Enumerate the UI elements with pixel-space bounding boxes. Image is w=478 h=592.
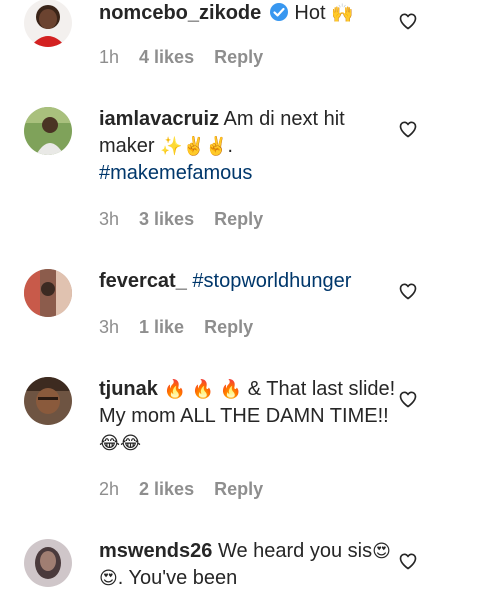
likes-count[interactable]: 1 like: [139, 317, 184, 338]
comment-body-continued: . You've been: [117, 567, 238, 589]
username[interactable]: nomcebo_zikode: [99, 2, 261, 24]
comment-meta: 3h 1 like Reply: [99, 317, 253, 338]
timestamp: 2h: [99, 479, 120, 499]
likes-count[interactable]: 4 likes: [139, 47, 194, 68]
comment-text: fevercat_ #stopworldhunger: [99, 268, 399, 295]
comment-text: nomcebo_zikode Hot 🙌: [99, 0, 399, 27]
username[interactable]: fevercat_: [99, 270, 187, 292]
heart-icon[interactable]: [398, 551, 418, 571]
username[interactable]: tjunak: [99, 378, 158, 400]
hashtag-link[interactable]: #stopworldhunger: [192, 270, 351, 292]
avatar[interactable]: [24, 377, 72, 425]
reply-button[interactable]: Reply: [214, 47, 263, 68]
avatar[interactable]: [24, 0, 72, 47]
comment-meta: 2h 2 likes Reply: [99, 479, 263, 500]
heart-icon[interactable]: [398, 281, 418, 301]
comment-meta: 3h 3 likes Reply: [99, 209, 263, 230]
hashtag-link[interactable]: #makemefamous: [99, 162, 252, 184]
comment-text: iamlavacruiz Am di next hit maker ✨✌️✌️.…: [99, 106, 399, 187]
heart-icon[interactable]: [398, 119, 418, 139]
sparkles-victory-emoji: ✨✌️✌️.: [160, 136, 234, 157]
username[interactable]: mswends26: [99, 540, 212, 562]
heart-icon[interactable]: [398, 389, 418, 409]
comment-meta: 1h 4 likes Reply: [99, 47, 263, 68]
raised-hands-emoji: 🙌: [331, 3, 354, 24]
timestamp: 3h: [99, 317, 120, 337]
fire-emoji: 🔥 🔥 🔥: [163, 379, 243, 400]
avatar[interactable]: [24, 107, 72, 155]
likes-count[interactable]: 3 likes: [139, 209, 194, 230]
comment-text: mswends26 We heard you sis😍😍. You've bee…: [99, 538, 399, 592]
likes-count[interactable]: 2 likes: [139, 479, 194, 500]
reply-button[interactable]: Reply: [204, 317, 253, 338]
timestamp: 1h: [99, 47, 120, 67]
comment-body: Hot: [294, 2, 326, 24]
comment-text: tjunak 🔥 🔥 🔥 & That last slide! My mom A…: [99, 376, 399, 457]
timestamp: 3h: [99, 209, 120, 229]
reply-button[interactable]: Reply: [214, 209, 263, 230]
verified-badge-icon: [269, 3, 288, 21]
avatar[interactable]: [24, 539, 72, 587]
reply-button[interactable]: Reply: [214, 479, 263, 500]
heart-icon[interactable]: [398, 11, 418, 31]
username[interactable]: iamlavacruiz: [99, 108, 219, 130]
avatar[interactable]: [24, 269, 72, 317]
laughing-emoji: 😂😂: [99, 433, 142, 454]
comment-body: We heard you sis: [217, 540, 373, 562]
